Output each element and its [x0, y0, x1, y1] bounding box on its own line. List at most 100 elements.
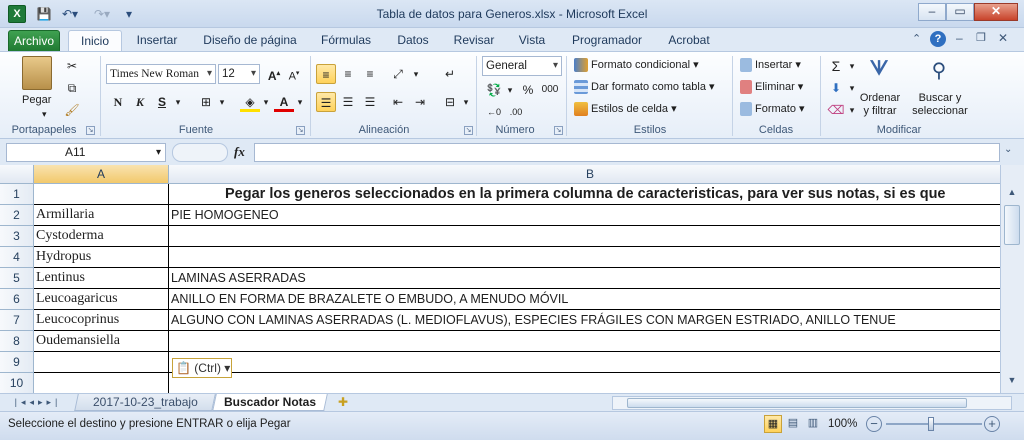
column-header-b[interactable]: B — [169, 165, 1012, 184]
format-as-table-button[interactable]: Dar formato como tabla ▾ — [574, 79, 715, 95]
align-bottom-icon[interactable]: ≡ — [360, 64, 380, 84]
tab-programador[interactable]: Programador — [566, 30, 648, 52]
align-right-icon[interactable]: ☰ — [360, 92, 380, 112]
horizontal-scrollbar[interactable] — [612, 396, 1012, 410]
cell-b[interactable]: ALGUNO CON LAMINAS ASERRADAS (L. MEDIOFL… — [169, 310, 1012, 331]
tab-datos[interactable]: Datos — [388, 30, 438, 52]
cell-b[interactable]: ANILLO EN FORMA DE BRAZALETE O EMBUDO, A… — [169, 289, 1012, 310]
row-header[interactable]: 6 — [0, 289, 34, 310]
cell-a[interactable]: Armillaria — [34, 205, 169, 226]
normal-view-icon[interactable]: ▦ — [764, 415, 782, 433]
font-launcher-icon[interactable]: ↘ — [296, 126, 305, 135]
sheet-tab-trabajo[interactable]: 2017-10-23_trabajo — [74, 394, 216, 411]
font-name-select[interactable]: Times New Roman — [106, 64, 216, 84]
insert-cells-button[interactable]: Insertar ▾ — [740, 57, 801, 73]
row-header[interactable]: 2 — [0, 205, 34, 226]
cell-a[interactable]: Oudemansiella — [34, 331, 169, 352]
cell-a[interactable]: Cystoderma — [34, 226, 169, 247]
decrease-indent-icon[interactable]: ⇤ — [388, 92, 408, 112]
number-launcher-icon[interactable]: ↘ — [554, 126, 563, 135]
cell-styles-button[interactable]: Estilos de celda ▾ — [574, 101, 677, 117]
tab-insertar[interactable]: Insertar — [128, 30, 186, 52]
tab-archivo[interactable]: Archivo — [8, 30, 60, 52]
sort-filter-label[interactable]: Ordenar y filtrar — [856, 92, 904, 118]
copy-icon[interactable]: ⧉ — [62, 78, 82, 98]
orientation-icon[interactable]: ⤢ — [388, 64, 408, 84]
cell-b[interactable]: PIE HOMOGENEO — [169, 205, 1012, 226]
paste-icon[interactable] — [22, 56, 52, 90]
cell-b[interactable] — [169, 331, 1012, 352]
vertical-scrollbar[interactable]: ▲ ▼ — [1000, 165, 1024, 393]
wrap-text-icon[interactable]: ↵ — [440, 64, 460, 84]
align-center-icon[interactable]: ☰ — [338, 92, 358, 112]
cell-b[interactable]: LAMINAS ASERRADAS — [169, 268, 1012, 289]
grow-font-icon[interactable]: A▴ — [264, 64, 284, 84]
zoom-slider-track[interactable] — [886, 423, 982, 425]
font-size-select[interactable]: 12 — [218, 64, 260, 84]
align-left-icon[interactable]: ☰ — [316, 92, 336, 112]
cell-a[interactable]: Leucoagaricus — [34, 289, 169, 310]
number-format-select[interactable]: General — [482, 56, 562, 76]
scroll-down-icon[interactable]: ▼ — [1004, 375, 1020, 391]
name-box[interactable]: A11 — [6, 143, 166, 162]
conditional-format-button[interactable]: Formato condicional ▾ — [574, 57, 699, 73]
select-all-corner[interactable] — [0, 165, 34, 184]
find-select-label[interactable]: Buscar y seleccionar — [908, 92, 972, 118]
tab-revisar[interactable]: Revisar — [446, 30, 502, 52]
cell-b[interactable] — [169, 352, 1012, 373]
font-color-dropdown-icon[interactable]: ▾ — [290, 92, 310, 112]
cell-a[interactable] — [34, 352, 169, 373]
borders-dropdown-icon[interactable]: ▾ — [212, 92, 232, 112]
decrease-decimal-icon[interactable]: .00 — [506, 102, 526, 122]
row-header[interactable]: 5 — [0, 268, 34, 289]
expand-formula-icon[interactable]: ⌄ — [1004, 144, 1012, 155]
insert-function-icon[interactable]: fx — [234, 144, 245, 160]
row-header[interactable]: 1 — [0, 184, 34, 205]
collapse-ribbon-icon[interactable]: ⌃ — [912, 32, 926, 45]
tab-diseno-pagina[interactable]: Diseño de página — [196, 30, 304, 52]
bold-icon[interactable]: N — [108, 92, 128, 112]
cell-b[interactable] — [169, 247, 1012, 268]
align-middle-icon[interactable]: ≡ — [338, 64, 358, 84]
cell-a[interactable]: Leucocoprinus — [34, 310, 169, 331]
alignment-launcher-icon[interactable]: ↘ — [464, 126, 473, 135]
minimize-button[interactable]: – — [918, 3, 946, 21]
cut-icon[interactable]: ✂ — [62, 56, 82, 76]
align-top-icon[interactable]: ≡ — [316, 64, 336, 84]
vertical-scroll-thumb[interactable] — [1004, 205, 1020, 245]
row-header[interactable]: 4 — [0, 247, 34, 268]
autosum-dropdown-icon[interactable]: ▾ — [842, 56, 862, 76]
zoom-slider-thumb[interactable] — [928, 417, 934, 431]
scroll-up-icon[interactable]: ▲ — [1004, 187, 1020, 203]
format-cells-button[interactable]: Formato ▾ — [740, 101, 805, 117]
currency-dropdown-icon[interactable]: ▾ — [500, 80, 520, 100]
horizontal-scroll-thumb[interactable] — [627, 398, 967, 408]
increase-decimal-icon[interactable]: ←0 — [484, 102, 504, 122]
row-header[interactable]: 9 — [0, 352, 34, 373]
header-cell-b[interactable]: Pegar los generos seleccionados en la pr… — [169, 184, 1012, 205]
format-painter-icon[interactable]: 🖌 — [62, 100, 82, 120]
sheet-tab-buscador[interactable]: Buscador Notas — [212, 394, 328, 411]
paste-options-button[interactable]: 📋 (Ctrl) ▾ — [172, 358, 232, 378]
close-button[interactable]: ✕ — [974, 3, 1018, 21]
doc-restore-icon[interactable]: ❐ — [976, 31, 986, 44]
row-header[interactable]: 10 — [0, 373, 34, 393]
italic-icon[interactable]: K — [130, 92, 150, 112]
row-header[interactable]: 3 — [0, 226, 34, 247]
comma-style-icon[interactable]: 000 — [540, 80, 560, 100]
page-break-view-icon[interactable]: ▥ — [804, 415, 822, 433]
find-select-icon[interactable]: ⚲ — [924, 58, 954, 86]
sort-filter-icon[interactable]: ᗐ — [864, 58, 894, 86]
delete-cells-button[interactable]: Eliminar ▾ — [740, 79, 803, 95]
cell-a[interactable]: Lentinus — [34, 268, 169, 289]
row-header[interactable]: 7 — [0, 310, 34, 331]
doc-minimize-icon[interactable]: – — [956, 31, 963, 45]
new-sheet-icon[interactable]: ✚ — [334, 394, 352, 411]
maximize-button[interactable]: ▭ — [946, 3, 974, 21]
orientation-dropdown-icon[interactable]: ▾ — [406, 64, 426, 84]
column-header-a[interactable]: A — [34, 165, 169, 184]
tab-inicio[interactable]: Inicio — [68, 30, 122, 52]
worksheet-grid[interactable]: A B 1 Pegar los generos seleccionados en … — [0, 165, 1012, 393]
sheet-nav-arrows[interactable]: |◂◂▸▸| — [8, 394, 68, 411]
zoom-level[interactable]: 100% — [828, 418, 857, 430]
